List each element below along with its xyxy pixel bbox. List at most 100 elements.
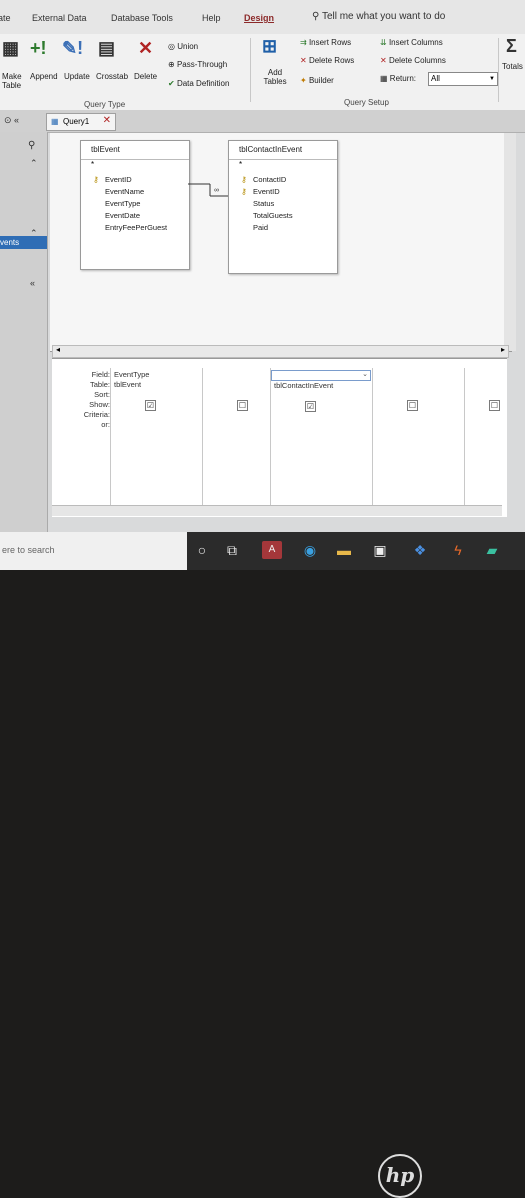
grid-table-cell[interactable] [373, 380, 465, 390]
show-checkbox[interactable]: ☐ [237, 400, 248, 411]
grid-table-cell[interactable]: tblContactInEvent [271, 381, 371, 391]
chevron-left-icon[interactable]: ◂ [56, 345, 60, 354]
chevron-up-icon[interactable]: « [30, 278, 35, 288]
field-item[interactable]: TotalGuests [229, 210, 337, 222]
tell-me-search[interactable]: ⚲ Tell me what you want to do [312, 11, 445, 22]
laptop-bezel: hp [0, 570, 525, 1198]
data-definition-icon: ✔ [168, 79, 175, 88]
return-select[interactable]: All ▼ [428, 72, 498, 86]
tab-design[interactable]: Design [244, 13, 274, 23]
sigma-icon: Σ [506, 36, 517, 56]
access-app-icon[interactable]: A [262, 541, 282, 559]
show-checkbox[interactable]: ☐ [407, 400, 418, 411]
grid-field-cell[interactable] [373, 370, 465, 380]
grid-horizontal-scrollbar[interactable] [52, 505, 502, 516]
ribbon-separator [498, 38, 499, 102]
tab-help[interactable]: Help [202, 13, 221, 23]
document-tab-strip: ⊙ « ▦ Query1 ✕ [0, 110, 525, 133]
design-horizontal-scrollbar[interactable]: ◂ ▸ [52, 345, 509, 358]
query-setup-group-label: Query Setup [344, 98, 389, 107]
builder-button[interactable]: ✦ Builder [300, 76, 334, 85]
grid-field-cell[interactable]: ⌄ [271, 370, 371, 381]
query-icon: ▦ [51, 117, 59, 126]
make-table-icon: ▦ [2, 38, 20, 58]
delete-rows-button[interactable]: ✕ Delete Rows [300, 56, 354, 65]
grid-table-cell[interactable] [465, 380, 505, 390]
query-type-group-label: Query Type [84, 100, 126, 109]
grid-field-cell[interactable]: EventType [111, 370, 203, 380]
edge-icon[interactable]: ◉ [300, 541, 320, 559]
taskbar-search-input[interactable]: ere to search [0, 532, 187, 570]
chevron-right-icon[interactable]: ▸ [501, 345, 505, 354]
store-icon[interactable]: ▣ [370, 541, 390, 559]
tab-external-data[interactable]: External Data [32, 13, 87, 23]
insert-columns-button[interactable]: ⇊ Insert Columns [380, 38, 443, 47]
show-checkbox[interactable]: ☑ [145, 400, 156, 411]
grid-sort-cell[interactable] [111, 390, 203, 400]
grid-column[interactable]: ☐ [372, 368, 465, 508]
grid-column-active[interactable]: ⌄ tblContactInEvent ☑ [270, 368, 371, 508]
hp-logo: hp [378, 1154, 422, 1198]
nav-item-events[interactable]: vents [0, 236, 47, 249]
crosstab-button[interactable]: Crosstab [96, 72, 128, 81]
add-tables-button[interactable]: Add Tables [262, 68, 288, 86]
append-button[interactable]: Append [30, 72, 58, 81]
tab-database-tools[interactable]: Database Tools [111, 13, 173, 23]
update-button[interactable]: Update [64, 72, 90, 81]
search-icon[interactable]: ⚲ [28, 140, 35, 151]
insert-rows-button[interactable]: ⇉ Insert Rows [300, 38, 351, 47]
grid-sort-cell[interactable] [271, 391, 371, 401]
field-item[interactable]: EventName [81, 186, 189, 198]
field-item[interactable]: ⚷ ContactID [229, 174, 337, 186]
delete-columns-icon: ✕ [380, 56, 387, 65]
grid-sort-cell[interactable] [373, 390, 465, 400]
table-tblcontactinevent[interactable]: tblContactInEvent * ⚷ ContactID ⚷ EventID … [228, 140, 338, 274]
tab-query1[interactable]: ▦ Query1 ✕ [46, 113, 116, 131]
return-icon: ▦ [380, 74, 388, 83]
design-vertical-scrollbar[interactable] [504, 133, 516, 351]
field-item[interactable]: Paid [229, 222, 337, 234]
union-button[interactable]: ◎ Union [168, 42, 198, 51]
field-item[interactable]: EventType [81, 198, 189, 210]
grid-table-cell[interactable]: tblEvent [111, 380, 203, 390]
field-item[interactable]: Status [229, 198, 337, 210]
show-checkbox[interactable]: ☐ [489, 400, 500, 411]
photos-app-icon[interactable]: ▰ [482, 541, 502, 559]
delete-query-button[interactable]: Delete [134, 72, 157, 81]
show-checkbox[interactable]: ☑ [305, 401, 316, 412]
grid-sort-cell[interactable] [465, 390, 505, 400]
lightning-app-icon[interactable]: ϟ [448, 541, 468, 559]
delete-columns-button[interactable]: ✕ Delete Columns [380, 56, 446, 65]
file-explorer-icon[interactable]: ▬ [334, 541, 354, 559]
field-item[interactable]: EntryFeePerGuest [81, 222, 189, 234]
return-label: ▦ Return: [380, 74, 417, 83]
grid-column[interactable]: EventType tblEvent ☑ [110, 368, 203, 508]
insert-rows-icon: ⇉ [300, 38, 307, 47]
table-tblevent[interactable]: tblEvent * ⚷ EventID EventName EventType … [80, 140, 190, 270]
all-fields-star[interactable]: * [81, 160, 189, 174]
dropbox-icon[interactable]: ❖ [410, 541, 430, 559]
navigation-pane: ⚲ ⌃ ⌃ vents « [0, 132, 48, 542]
builder-icon: ✦ [300, 76, 307, 85]
pass-through-button[interactable]: ⊕ Pass-Through [168, 60, 227, 69]
data-definition-button[interactable]: ✔ Data Definition [168, 79, 229, 88]
field-item[interactable]: ⚷ EventID [229, 186, 337, 198]
menu-tabs: ate External Data Database Tools Help De… [0, 0, 525, 34]
all-fields-star[interactable]: * [229, 160, 337, 174]
cortana-icon[interactable]: ○ [192, 541, 212, 559]
totals-button[interactable]: Totals [502, 62, 523, 71]
task-view-icon[interactable]: ⧉ [222, 541, 242, 559]
chevron-up-icon[interactable]: ⌃ [30, 158, 38, 169]
tab-create[interactable]: ate [0, 13, 11, 23]
windows-taskbar: ere to search ○ ⧉ A ◉ ▬ ▣ ❖ ϟ ▰ [0, 532, 525, 570]
chevron-down-icon[interactable]: ⌄ [362, 370, 368, 380]
field-item[interactable]: ⚷ EventID [81, 174, 189, 186]
nav-collapse-icon[interactable]: ⊙ « [4, 115, 19, 126]
grid-field-cell[interactable] [465, 370, 505, 380]
globe-icon: ⊕ [168, 60, 175, 69]
grid-column[interactable]: ☐ [464, 368, 505, 508]
field-item[interactable]: EventDate [81, 210, 189, 222]
close-icon[interactable]: ✕ [103, 115, 111, 126]
make-table-button[interactable]: Make Table [2, 72, 28, 90]
relationship-join-line: ∞ [188, 183, 230, 197]
